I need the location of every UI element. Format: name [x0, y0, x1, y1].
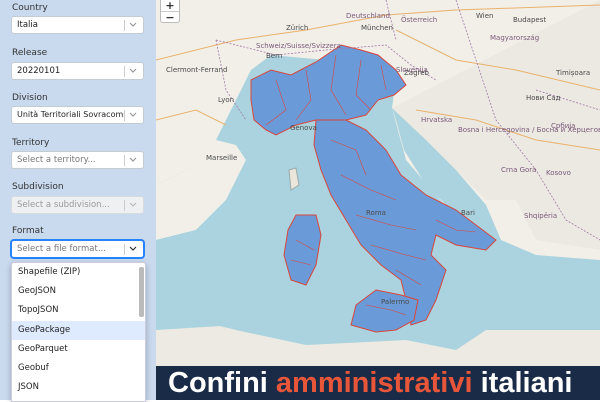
division-select[interactable]: Unità Territoriali Sovracomunali — [11, 106, 144, 124]
chevron-down-icon — [129, 202, 137, 207]
format-option-shapefile[interactable]: Shapefile (ZIP) — [12, 263, 145, 282]
country-label: Country — [12, 3, 48, 13]
label-timisoara: Timișoara — [555, 69, 590, 77]
label-budapest: Budapest — [513, 16, 546, 24]
label-shqiperia: Shqipëria — [524, 212, 557, 220]
label-germany: Deutschland — [346, 12, 390, 20]
division-value: Unità Territoriali Sovracomunali — [17, 110, 125, 119]
subdivision-label: Subdivision — [12, 182, 64, 192]
chevron-down-icon[interactable] — [128, 154, 138, 166]
label-hrvatska: Hrvatska — [421, 116, 452, 124]
subdivision-placeholder: Select a subdivision... — [17, 200, 110, 210]
map-view[interactable]: Deutschland Österreich Schweiz/Suisse/Sv… — [156, 0, 600, 400]
label-roma: Roma — [366, 209, 386, 217]
chevron-down-icon[interactable] — [128, 243, 138, 255]
sidebar: Country Italia Release 20220101 Division… — [0, 0, 156, 402]
label-osterreich: Österreich — [401, 15, 437, 24]
format-dropdown-menu: Shapefile (ZIP) GeoJSON TopoJSON GeoPack… — [11, 262, 146, 402]
label-bern: Bern — [266, 52, 282, 60]
select-separator — [124, 66, 125, 77]
label-bosnia: Bosna i Hercegovina / Босна и Херцеговин… — [458, 126, 600, 134]
subdivision-select[interactable]: Select a subdivision... — [11, 196, 144, 214]
format-option-geojson[interactable]: GeoJSON — [12, 282, 145, 301]
label-kosovo: Kosovo — [546, 169, 571, 177]
division-label: Division — [12, 93, 48, 103]
zoom-control: + − — [160, 0, 180, 23]
select-separator — [124, 244, 125, 255]
format-option-geopackage[interactable]: GeoPackage — [12, 320, 145, 340]
select-separator — [124, 155, 125, 166]
map-basemap: Deutschland Österreich Schweiz/Suisse/Sv… — [156, 0, 600, 400]
format-option-geoparquet[interactable]: GeoParquet — [12, 340, 145, 359]
release-select[interactable]: 20220101 — [11, 62, 144, 80]
format-label: Format — [12, 226, 44, 236]
dropdown-scrollbar[interactable] — [139, 267, 144, 317]
chevron-down-icon[interactable] — [128, 109, 138, 121]
label-srbija: Србија — [551, 122, 575, 130]
select-separator — [124, 20, 125, 31]
territory-select[interactable]: Select a territory... — [11, 151, 144, 169]
label-genova: Genova — [290, 124, 317, 132]
format-option-json[interactable]: JSON — [12, 378, 145, 397]
release-label: Release — [12, 48, 48, 58]
select-separator — [124, 200, 125, 211]
label-clermont: Clermont-Ferrand — [166, 66, 227, 74]
label-schweiz: Schweiz/Suisse/Svizzera — [256, 42, 341, 50]
label-zurich: Zürich — [286, 24, 308, 32]
format-option-geobuf[interactable]: Geobuf — [12, 359, 145, 378]
zoom-out-button[interactable]: − — [161, 12, 179, 23]
format-select[interactable]: Select a file format... — [11, 240, 144, 258]
label-novi-sad: Нови Сад — [526, 94, 561, 102]
label-lyon: Lyon — [218, 96, 234, 104]
country-value: Italia — [17, 20, 38, 30]
format-placeholder: Select a file format... — [17, 244, 106, 254]
format-option-topojson[interactable]: TopoJSON — [12, 301, 145, 320]
territory-label: Territory — [12, 138, 50, 148]
banner-word-3: italiani — [472, 367, 573, 399]
label-magyarorszag: Magyarország — [490, 34, 539, 42]
label-bari: Bari — [461, 209, 475, 217]
banner-word-2: amministrativi — [275, 367, 473, 399]
label-zagreb: Zagreb — [404, 69, 430, 77]
release-value: 20220101 — [17, 66, 61, 76]
chevron-down-icon[interactable] — [128, 65, 138, 77]
country-select[interactable]: Italia — [11, 16, 144, 34]
label-crna-gora: Crna Gora — [501, 166, 536, 174]
select-separator — [124, 110, 125, 121]
label-munchen: München — [361, 24, 393, 32]
label-wien: Wien — [476, 12, 493, 20]
territory-placeholder: Select a territory... — [17, 155, 96, 165]
banner-word-1: Confini — [168, 367, 276, 399]
chevron-down-icon[interactable] — [128, 19, 138, 31]
label-marseille: Marseille — [206, 154, 237, 162]
label-palermo: Palermo — [381, 298, 409, 306]
banner-title: Confini amministrativi italiani — [168, 366, 600, 400]
